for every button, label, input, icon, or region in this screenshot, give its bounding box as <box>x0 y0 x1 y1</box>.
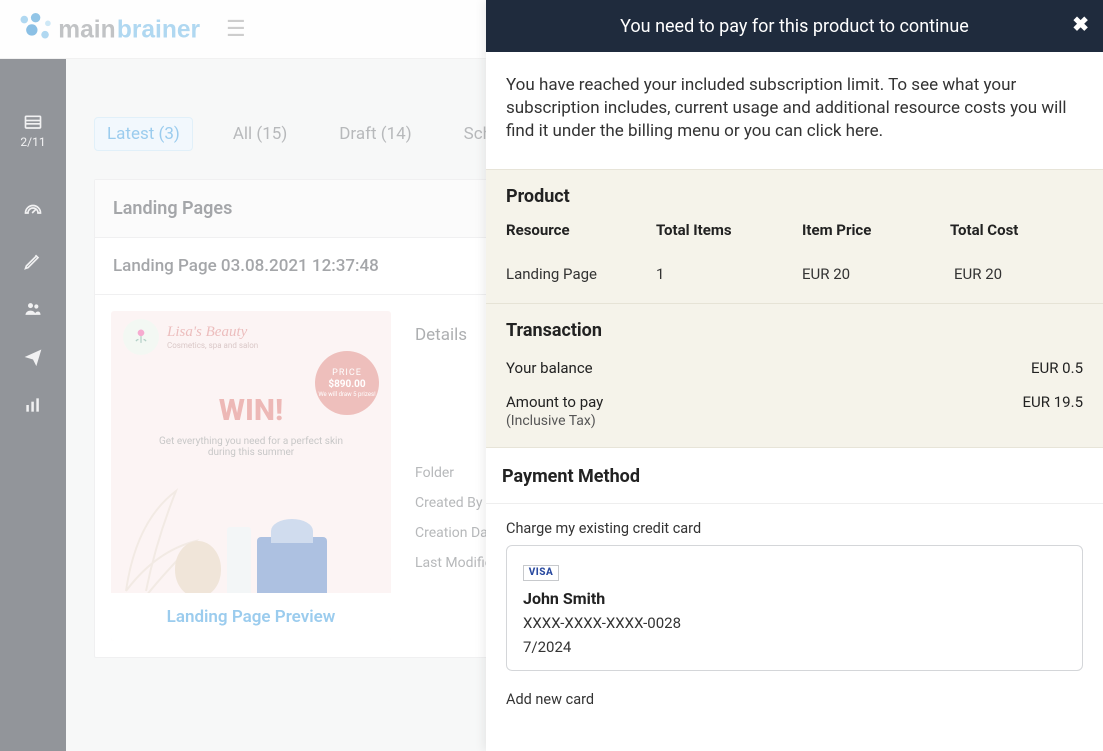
product-section: Product Resource Total Items Item Price … <box>486 169 1103 448</box>
col-cost: Total Cost <box>950 221 1083 239</box>
cell-price: EUR 20 <box>802 265 950 283</box>
payment-modal: You need to pay for this product to cont… <box>486 0 1103 751</box>
cell-cost: EUR 20 <box>950 265 1083 283</box>
cell-items: 1 <box>656 265 802 283</box>
cell-resource: Landing Page <box>506 265 656 283</box>
amount-sub: (Inclusive Tax) <box>506 413 596 429</box>
balance-value: EUR 0.5 <box>1031 359 1083 377</box>
charge-label: Charge my existing credit card <box>486 504 1103 545</box>
transaction-title: Transaction <box>486 304 1103 351</box>
product-title: Product <box>486 170 1103 217</box>
amount-value: EUR 19.5 <box>1023 393 1083 411</box>
modal-header: You need to pay for this product to cont… <box>486 0 1103 52</box>
modal-title: You need to pay for this product to cont… <box>620 16 969 37</box>
existing-card[interactable]: VISA John Smith XXXX-XXXX-XXXX-0028 7/20… <box>506 545 1083 671</box>
col-price: Item Price <box>802 221 950 239</box>
card-name: John Smith <box>523 589 1066 608</box>
card-expiry: 7/2024 <box>523 638 1066 656</box>
col-items: Total Items <box>656 221 802 239</box>
balance-label: Your balance <box>506 359 593 377</box>
col-resource: Resource <box>506 221 656 239</box>
close-icon[interactable]: ✖ <box>1072 12 1089 36</box>
modal-intro: You have reached your included subscript… <box>486 52 1103 169</box>
card-number: XXXX-XXXX-XXXX-0028 <box>523 614 1066 632</box>
visa-icon: VISA <box>523 565 559 581</box>
add-new-card[interactable]: Add new card <box>486 685 1103 708</box>
payment-method-title: Payment Method <box>486 448 1103 504</box>
amount-label: Amount to pay <box>506 393 603 411</box>
